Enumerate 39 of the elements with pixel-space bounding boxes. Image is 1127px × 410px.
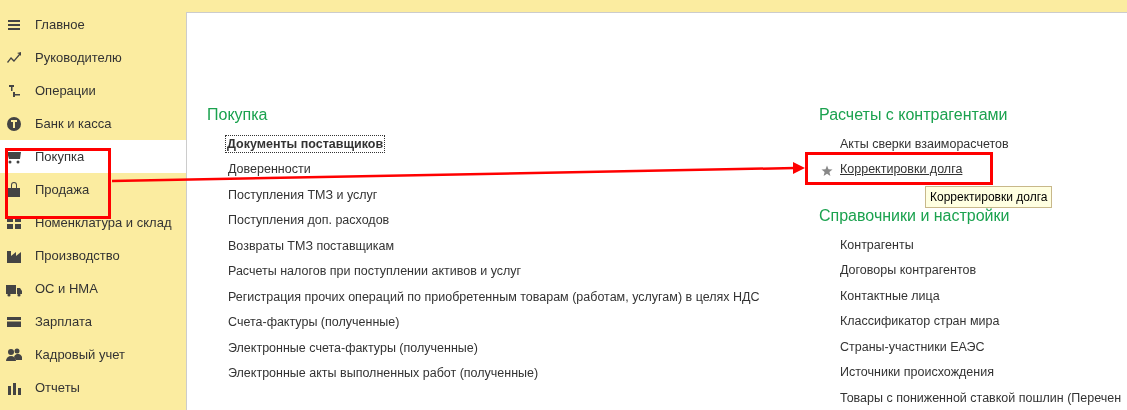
nav-link[interactable]: Договоры контрагентов xyxy=(840,263,977,278)
nav-link[interactable]: Страны-участники ЕАЭС xyxy=(840,339,985,354)
nav-link[interactable]: Акты сверки взаиморасчетов xyxy=(840,136,1009,151)
people-icon xyxy=(6,346,22,363)
section-heading: Справочники и настройки xyxy=(819,206,1011,226)
nav-link[interactable]: Корректировки долга xyxy=(840,162,963,177)
nav-link[interactable]: Электронные счета-фактуры (полученные) xyxy=(228,340,478,355)
nav-link[interactable]: Классификатор стран мира xyxy=(840,314,1000,329)
sidebar-item[interactable]: Производство xyxy=(0,239,186,272)
bag-icon xyxy=(6,181,22,198)
nav-link[interactable]: Поступления ТМЗ и услуг xyxy=(228,187,378,202)
tooltip: Корректировки долга xyxy=(925,186,1053,208)
star-icon[interactable] xyxy=(821,164,833,177)
sidebar-item[interactable]: Зарплата xyxy=(0,305,186,338)
sidebar-item[interactable]: ОС и НМА xyxy=(0,272,186,305)
sidebar-item[interactable]: Главное xyxy=(0,8,186,41)
nav-link[interactable]: Расчеты налогов при поступлении активов и услуг xyxy=(228,264,522,279)
coin-icon xyxy=(6,115,22,132)
section-heading: Покупка xyxy=(207,105,269,125)
sidebar-item[interactable]: Номенклатура и склад xyxy=(0,206,186,239)
nav-link[interactable]: Контактные лица xyxy=(840,288,940,303)
sidebar-item[interactable]: Банк и касса xyxy=(0,107,186,140)
nav-link[interactable]: Счета-фактуры (полученные) xyxy=(228,315,400,330)
nav-link[interactable]: Документы поставщиков xyxy=(226,135,385,152)
sidebar-item[interactable]: Кадровый учет xyxy=(0,338,186,371)
sidebar-item[interactable]: Продажа xyxy=(0,173,186,206)
nav-link[interactable]: Товары с пониженной ставкой пошлин (Перечен xyxy=(840,390,1122,405)
nav-link[interactable]: Возвраты ТМЗ поставщикам xyxy=(228,238,395,253)
nav-link[interactable]: Электронные акты выполненных работ (полученные) xyxy=(228,366,539,381)
nav-link[interactable]: Поступления доп. расходов xyxy=(228,213,390,228)
sidebar-item[interactable]: Отчеты xyxy=(0,371,186,404)
nav-link[interactable]: Источники происхождения xyxy=(840,365,994,380)
nav-link[interactable]: Контрагенты xyxy=(840,237,914,252)
nav-link[interactable]: Регистрация прочих операций по приобретенным товарам (работам, услугам) в целях НДС xyxy=(228,289,760,304)
nav-link[interactable]: Доверенности xyxy=(228,162,311,177)
sidebar-item[interactable]: Руководителю xyxy=(0,41,186,74)
sidebar-item[interactable]: Покупка xyxy=(0,140,186,173)
section-heading: Расчеты с контрагентами xyxy=(819,105,1009,125)
sidebar-item[interactable]: Операции xyxy=(0,74,186,107)
